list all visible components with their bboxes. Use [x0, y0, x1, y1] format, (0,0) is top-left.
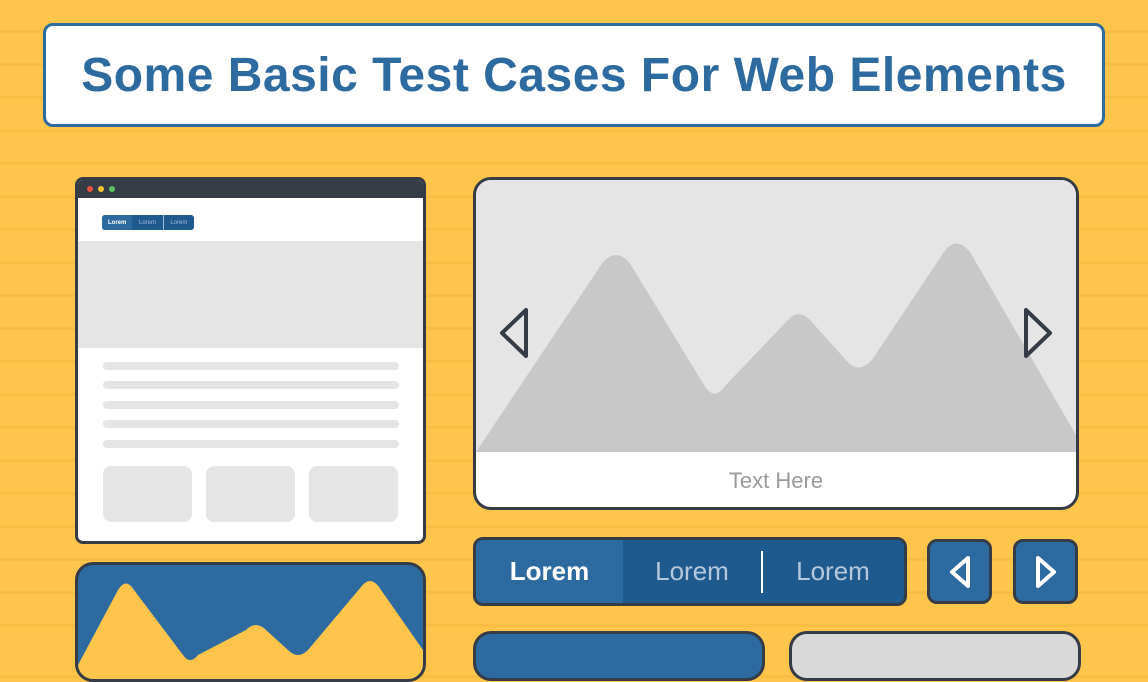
maximize-dot-icon	[109, 186, 115, 192]
minimize-dot-icon	[98, 186, 104, 192]
page-title: Some Basic Test Cases For Web Elements	[81, 48, 1067, 102]
title-banner: Some Basic Test Cases For Web Elements	[43, 23, 1105, 127]
text-line-placeholder	[103, 420, 399, 428]
hero-placeholder	[78, 241, 423, 348]
card-placeholder	[206, 466, 295, 522]
chevron-left-icon	[500, 308, 528, 358]
browser-title-bar	[78, 180, 423, 198]
text-line-placeholder	[103, 440, 399, 448]
image-tile	[75, 562, 426, 682]
mini-tab-3[interactable]: Lorem	[164, 215, 194, 230]
chevron-left-icon	[949, 555, 970, 588]
mini-tab-2[interactable]: Lorem	[132, 215, 164, 230]
carousel-prev-button[interactable]	[496, 305, 532, 361]
mini-tab-1[interactable]: Lorem	[102, 215, 133, 230]
blue-panel	[473, 631, 765, 681]
carousel-image	[476, 180, 1076, 452]
prev-button[interactable]	[927, 539, 992, 604]
close-dot-icon	[87, 186, 93, 192]
tab-3[interactable]: Lorem	[763, 540, 903, 603]
gray-panel	[789, 631, 1081, 681]
image-carousel: Text Here	[473, 177, 1079, 510]
chevron-right-icon	[1024, 308, 1052, 358]
next-button[interactable]	[1013, 539, 1078, 604]
mountain-placeholder-icon	[78, 581, 423, 679]
text-line-placeholder	[103, 401, 399, 409]
chevron-right-icon	[1035, 555, 1056, 588]
card-placeholder	[103, 466, 192, 522]
tab-2[interactable]: Lorem	[623, 540, 761, 603]
browser-wireframe: Lorem Lorem Lorem	[75, 177, 426, 544]
tab-1[interactable]: Lorem	[476, 540, 623, 603]
mountain-placeholder-icon	[476, 243, 1076, 452]
tab-bar: Lorem Lorem Lorem	[473, 537, 907, 606]
browser-mini-tabbar: Lorem Lorem Lorem	[102, 215, 194, 230]
carousel-next-button[interactable]	[1020, 305, 1056, 361]
text-line-placeholder	[103, 381, 399, 389]
card-placeholder	[309, 466, 398, 522]
carousel-caption: Text Here	[728, 468, 824, 493]
text-line-placeholder	[103, 362, 399, 370]
